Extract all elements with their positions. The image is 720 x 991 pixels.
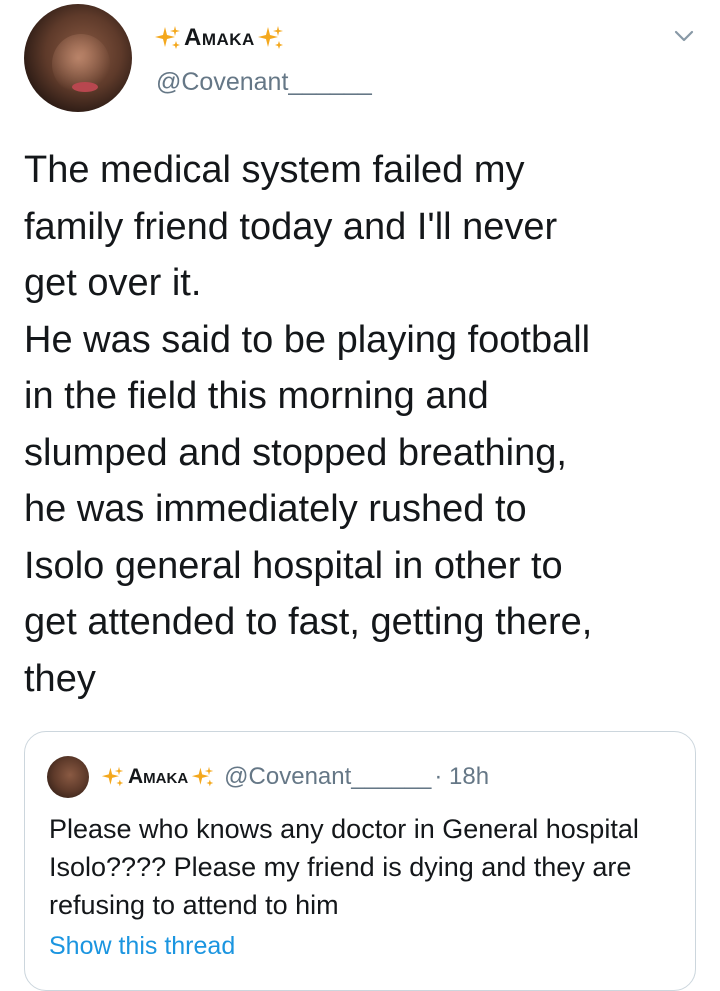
sparkles-emoji-icon xyxy=(257,26,283,49)
quoted-tweet-card[interactable]: Amaka @Covenant______ · 18h Please who k… xyxy=(24,731,696,991)
chevron-down-icon[interactable] xyxy=(672,24,696,48)
quoted-author-handle: @Covenant______ xyxy=(224,763,432,790)
show-thread-link[interactable]: Show this thread xyxy=(49,932,235,961)
sparkles-emoji-icon xyxy=(155,26,180,49)
tweet-body: The medical system failed my family frie… xyxy=(24,149,593,700)
quoted-author-name: Amaka xyxy=(128,765,189,788)
avatar-lips xyxy=(72,82,98,92)
author-handle[interactable]: @Covenant______ xyxy=(156,68,372,97)
sparkles-emoji-icon xyxy=(192,766,214,787)
quoted-author-avatar xyxy=(47,756,89,798)
quoted-tweet-body: Please who knows any doctor in General h… xyxy=(49,814,639,920)
author-display-name[interactable]: Amaka xyxy=(154,18,285,58)
quoted-tweet-header: Amaka @Covenant______ · 18h xyxy=(101,756,489,798)
author-name-text: Amaka xyxy=(184,24,255,51)
quoted-tweet-time: · 18h xyxy=(434,763,490,790)
sparkles-emoji-icon xyxy=(101,766,124,787)
author-avatar[interactable] xyxy=(24,4,132,112)
